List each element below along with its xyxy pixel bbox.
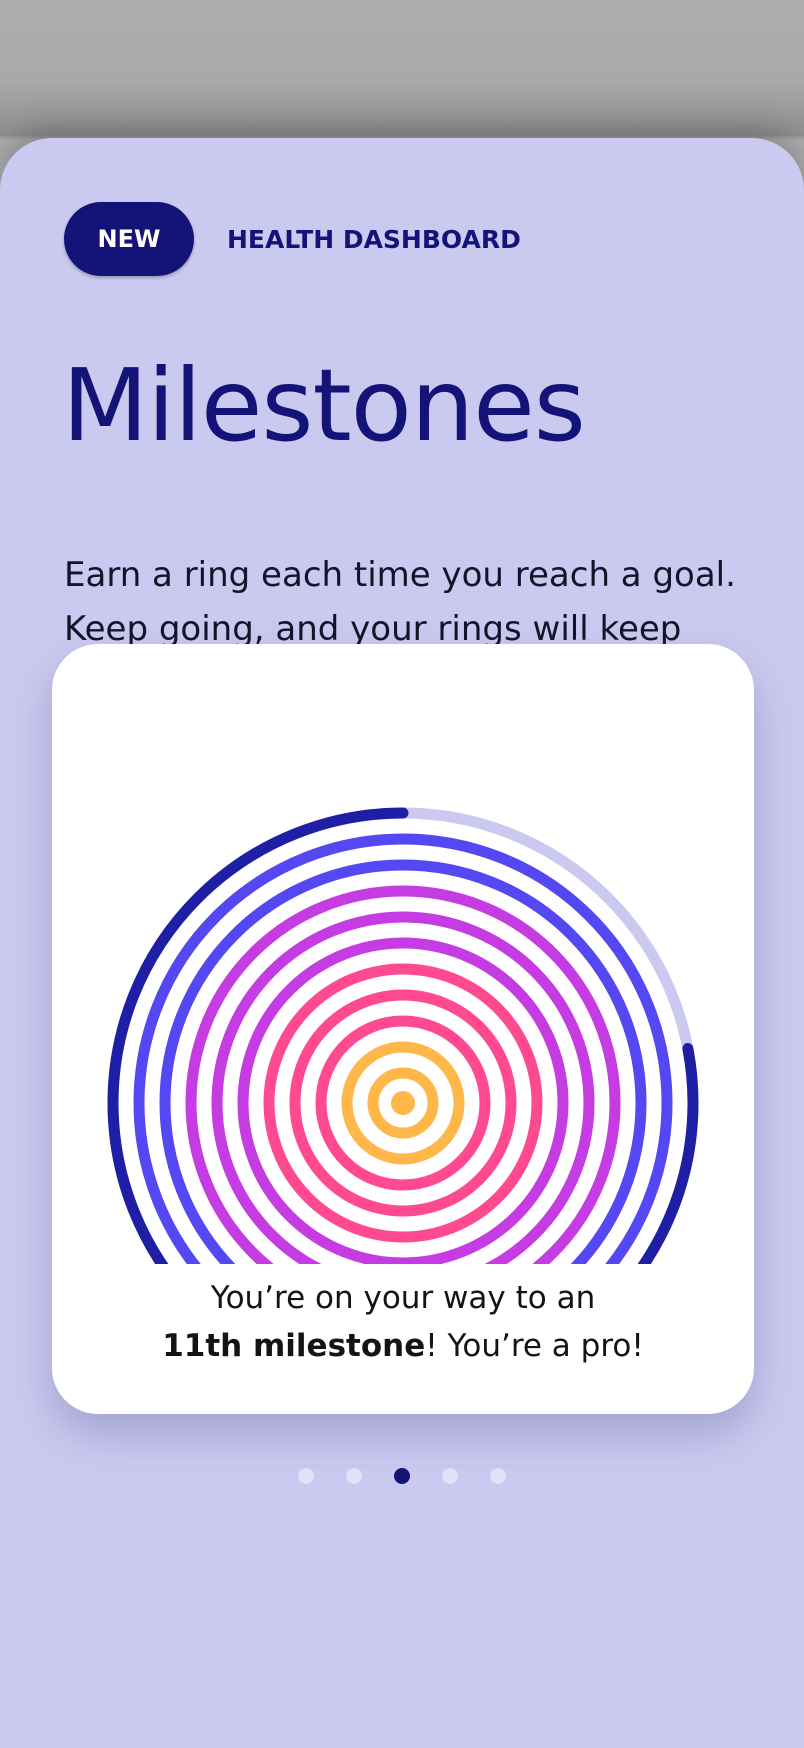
- page-dot-4[interactable]: [442, 1468, 458, 1484]
- page-dot-5[interactable]: [490, 1468, 506, 1484]
- page-indicator: [0, 1468, 804, 1484]
- milestone-caption: You’re on your way to an 11th milestone!…: [52, 1274, 754, 1370]
- page-dot-1[interactable]: [298, 1468, 314, 1484]
- milestone-rings: [107, 807, 699, 1264]
- caption-milestone: 11th milestone: [162, 1328, 426, 1364]
- category-label: HEALTH DASHBOARD: [227, 224, 521, 254]
- ring-center-dot: [391, 1091, 415, 1115]
- caption-line1: You’re on your way to an: [210, 1280, 596, 1316]
- page-dot-3[interactable]: [394, 1468, 410, 1484]
- new-badge: NEW: [64, 202, 194, 276]
- milestone-ring-9: [159, 859, 647, 1264]
- milestone-card: You’re on your way to an 11th milestone!…: [52, 644, 754, 1414]
- caption-rest: ! You’re a pro!: [425, 1328, 644, 1364]
- header-row: NEW HEALTH DASHBOARD: [64, 202, 521, 276]
- page-title: Milestones: [62, 347, 586, 464]
- page-dot-2[interactable]: [346, 1468, 362, 1484]
